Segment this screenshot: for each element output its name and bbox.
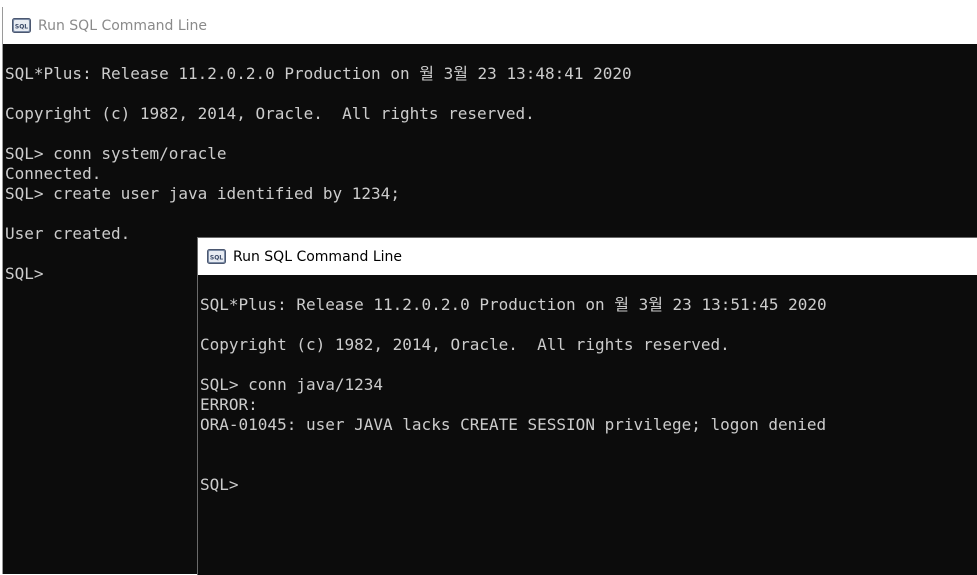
window-titlebar[interactable]: SQL Run SQL Command Line <box>198 238 977 275</box>
console-line: ERROR: <box>200 395 258 414</box>
console-line: SQL*Plus: Release 11.2.0.2.0 Production … <box>200 295 827 314</box>
window-title: Run SQL Command Line <box>38 17 208 34</box>
window-title: Run SQL Command Line <box>233 248 403 265</box>
console-line: SQL> conn java/1234 <box>200 375 384 394</box>
console-line: ORA-01045: user JAVA lacks CREATE SESSIO… <box>200 415 827 434</box>
svg-text:SQL: SQL <box>210 255 223 262</box>
console-output[interactable]: SQL*Plus: Release 11.2.0.2.0 Production … <box>198 275 977 575</box>
console-line: SQL*Plus: Release 11.2.0.2.0 Production … <box>5 64 632 83</box>
sql-command-window-foreground[interactable]: SQL Run SQL Command Line SQL*Plus: Relea… <box>197 237 977 575</box>
sql-app-icon: SQL <box>12 18 31 33</box>
window-titlebar[interactable]: SQL Run SQL Command Line <box>3 7 977 44</box>
console-line: SQL> <box>200 475 239 494</box>
console-line: SQL> create user java identified by 1234… <box>5 184 400 203</box>
console-line: Copyright (c) 1982, 2014, Oracle. All ri… <box>200 335 730 354</box>
sql-app-icon: SQL <box>207 249 226 264</box>
console-line: SQL> conn system/oracle <box>5 144 227 163</box>
console-line: Connected. <box>5 164 102 183</box>
svg-text:SQL: SQL <box>15 24 28 31</box>
console-line: Copyright (c) 1982, 2014, Oracle. All ri… <box>5 104 535 123</box>
